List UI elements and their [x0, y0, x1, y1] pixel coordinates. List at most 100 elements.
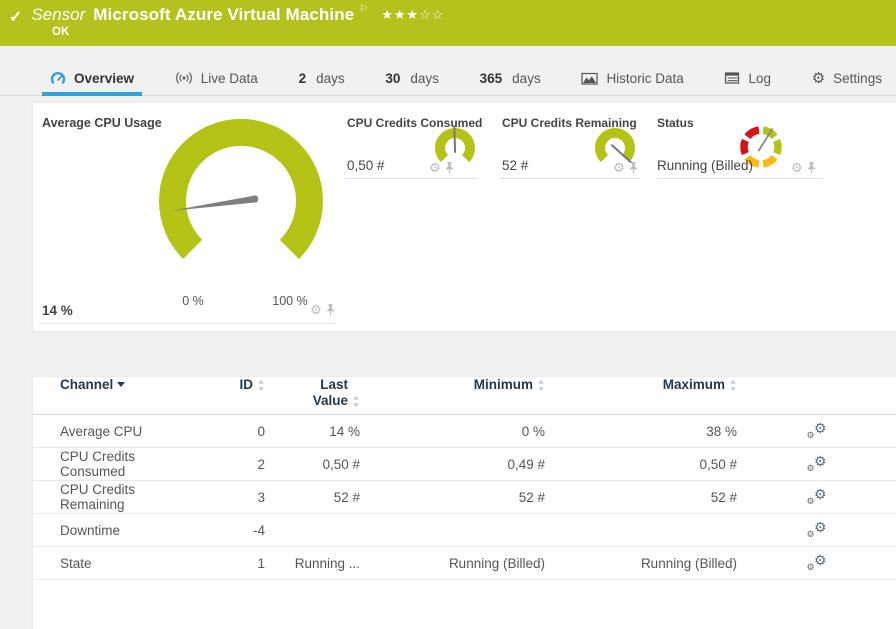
gear-icon[interactable]: ⚙ [613, 161, 625, 174]
tab-overview[interactable]: Overview [48, 61, 136, 95]
gear-icon[interactable]: ⚙ [791, 161, 803, 174]
area-chart-icon [581, 71, 598, 86]
divider [500, 178, 640, 179]
flag-icon[interactable]: ⚐ [359, 4, 368, 15]
cell-id: 2 [193, 457, 265, 472]
column-header-last-value[interactable]: Last Value [265, 377, 360, 408]
divider [657, 178, 823, 179]
tab-label: Live Data [201, 71, 258, 86]
log-list-icon [724, 71, 740, 85]
pin-icon[interactable] [326, 304, 335, 316]
cell-last-value: Running ... [265, 556, 360, 571]
cell-maximum: Running (Billed) [545, 556, 737, 571]
channel-settings-icon[interactable]: ⚙⚙ [807, 455, 827, 473]
gauge-icon [50, 70, 66, 86]
tab-label: Historic Data [606, 71, 683, 86]
column-label: Last Value [302, 377, 348, 408]
tab-30-days[interactable]: 30 days [383, 61, 441, 95]
tab-label: days [512, 71, 541, 86]
cell-last-value: 0,50 # [265, 457, 360, 472]
cell-id: 0 [193, 424, 265, 439]
gauge-actions[interactable]: ⚙ [613, 161, 638, 174]
table-row-downtime[interactable]: Downtime -4 ⚙⚙ [33, 514, 896, 547]
gauge-actions[interactable]: ⚙ [791, 161, 816, 174]
gauge-scale-min: 0 % [165, 294, 221, 308]
column-label: Minimum [474, 377, 533, 392]
cell-maximum: 38 % [545, 424, 737, 439]
gauge-actions[interactable]: ⚙ [310, 303, 335, 316]
pin-icon[interactable] [445, 162, 454, 174]
tab-number: 365 [480, 71, 503, 86]
sort-arrows-icon [537, 379, 545, 392]
channel-settings-icon[interactable]: ⚙⚙ [807, 521, 827, 539]
tab-historic-data[interactable]: Historic Data [579, 61, 685, 95]
channel-settings-icon[interactable]: ⚙⚙ [807, 488, 827, 506]
tab-label: Overview [74, 71, 134, 86]
tab-number: 2 [299, 71, 307, 86]
cell-last-value: 52 # [265, 490, 360, 505]
cell-minimum: Running (Billed) [360, 556, 545, 571]
column-label: ID [240, 377, 254, 392]
channel-settings-icon[interactable]: ⚙⚙ [807, 554, 827, 572]
column-header-maximum[interactable]: Maximum [545, 377, 737, 392]
sensor-status-text: OK [52, 26, 69, 38]
tab-label: Log [748, 71, 771, 86]
sensor-status-bar: ✓ Sensor Microsoft Azure Virtual Machine… [0, 0, 896, 46]
table-row-cpu-credits-consumed[interactable]: CPU Credits Consumed 2 0,50 # 0,49 # 0,5… [33, 448, 896, 481]
cell-minimum: 52 # [360, 490, 545, 505]
cell-id: -4 [193, 523, 265, 538]
gauge-value-status: Running (Billed) [657, 158, 753, 173]
sort-arrows-icon [257, 379, 265, 392]
cell-id: 3 [193, 490, 265, 505]
table-row-average-cpu[interactable]: Average CPU 0 14 % 0 % 38 % ⚙⚙ [33, 415, 896, 448]
tab-2-days[interactable]: 2 days [297, 61, 347, 95]
cell-channel[interactable]: Downtime [33, 523, 193, 538]
tab-settings[interactable]: ⚙ Settings [810, 61, 884, 95]
tab-bar: Overview Live Data 2 days 30 days 365 da… [0, 61, 896, 96]
sort-arrows-icon [729, 379, 737, 392]
object-kind-label: Sensor [31, 5, 85, 25]
cell-maximum: 0,50 # [545, 457, 737, 472]
gear-icon[interactable]: ⚙ [310, 303, 322, 316]
tab-live-data[interactable]: Live Data [173, 61, 260, 95]
cell-id: 1 [193, 556, 265, 571]
column-header-id[interactable]: ID [193, 377, 265, 392]
pin-icon[interactable] [629, 162, 638, 174]
tab-number: 30 [385, 71, 400, 86]
tab-label: days [316, 71, 345, 86]
tab-log[interactable]: Log [722, 61, 773, 95]
cell-channel[interactable]: State [33, 556, 193, 571]
channel-settings-icon[interactable]: ⚙⚙ [807, 422, 827, 440]
priority-stars[interactable]: ★★★☆☆ [381, 7, 444, 23]
ok-check-icon: ✓ [9, 7, 22, 27]
cell-channel[interactable]: CPU Credits Remaining [33, 482, 193, 512]
sort-arrows-icon [352, 395, 360, 408]
tab-365-days[interactable]: 365 days [478, 61, 543, 95]
table-row-cpu-credits-remaining[interactable]: CPU Credits Remaining 3 52 # 52 # 52 # ⚙… [33, 481, 896, 514]
gauges-panel: Average CPU Usage 0 % 100 % 14 % ⚙ CPU C… [33, 103, 896, 331]
cell-channel[interactable]: Average CPU [33, 424, 193, 439]
channel-table-panel: Channel ID Last Value Minimum Maximum [33, 377, 896, 629]
divider [39, 323, 335, 324]
table-row-state[interactable]: State 1 Running ... Running (Billed) Run… [33, 547, 896, 580]
gauge-value-credits-remaining: 52 # [502, 158, 528, 173]
column-header-channel[interactable]: Channel [33, 377, 193, 392]
gear-icon[interactable]: ⚙ [429, 161, 441, 174]
tab-label: Settings [833, 71, 882, 86]
average-cpu-gauge [143, 117, 339, 285]
cell-channel[interactable]: CPU Credits Consumed [33, 449, 193, 479]
column-label: Maximum [663, 377, 725, 392]
gauge-title-status: Status [657, 116, 694, 130]
column-header-minimum[interactable]: Minimum [360, 377, 545, 392]
column-label: Channel [60, 377, 113, 392]
pin-icon[interactable] [807, 162, 816, 174]
page-title: Microsoft Azure Virtual Machine [93, 5, 354, 25]
gauge-actions[interactable]: ⚙ [429, 161, 454, 174]
tab-label: days [410, 71, 439, 86]
cell-minimum: 0 % [360, 424, 545, 439]
divider [345, 178, 478, 179]
sort-caret-icon [117, 382, 125, 387]
cell-maximum: 52 # [545, 490, 737, 505]
cell-minimum: 0,49 # [360, 457, 545, 472]
cell-last-value: 14 % [265, 424, 360, 439]
